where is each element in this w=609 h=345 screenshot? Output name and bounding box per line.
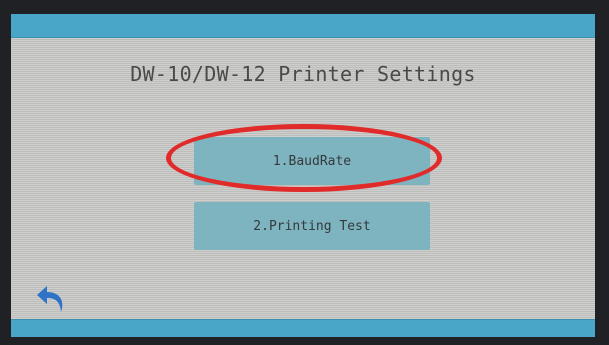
undo-arrow-icon xyxy=(37,286,63,312)
printing-test-button[interactable]: 2.Printing Test xyxy=(194,202,430,250)
device-bezel: DW-10/DW-12 Printer Settings 1.BaudRate … xyxy=(0,0,609,345)
printing-test-button-label: 2.Printing Test xyxy=(253,218,371,234)
back-button[interactable] xyxy=(31,282,71,316)
touchscreen: DW-10/DW-12 Printer Settings 1.BaudRate … xyxy=(11,14,595,337)
baudrate-button[interactable]: 1.BaudRate xyxy=(194,137,430,185)
top-status-bar xyxy=(11,14,595,38)
baudrate-button-label: 1.BaudRate xyxy=(272,153,352,169)
bottom-status-bar xyxy=(11,319,595,337)
page-title: DW-10/DW-12 Printer Settings xyxy=(130,62,476,86)
